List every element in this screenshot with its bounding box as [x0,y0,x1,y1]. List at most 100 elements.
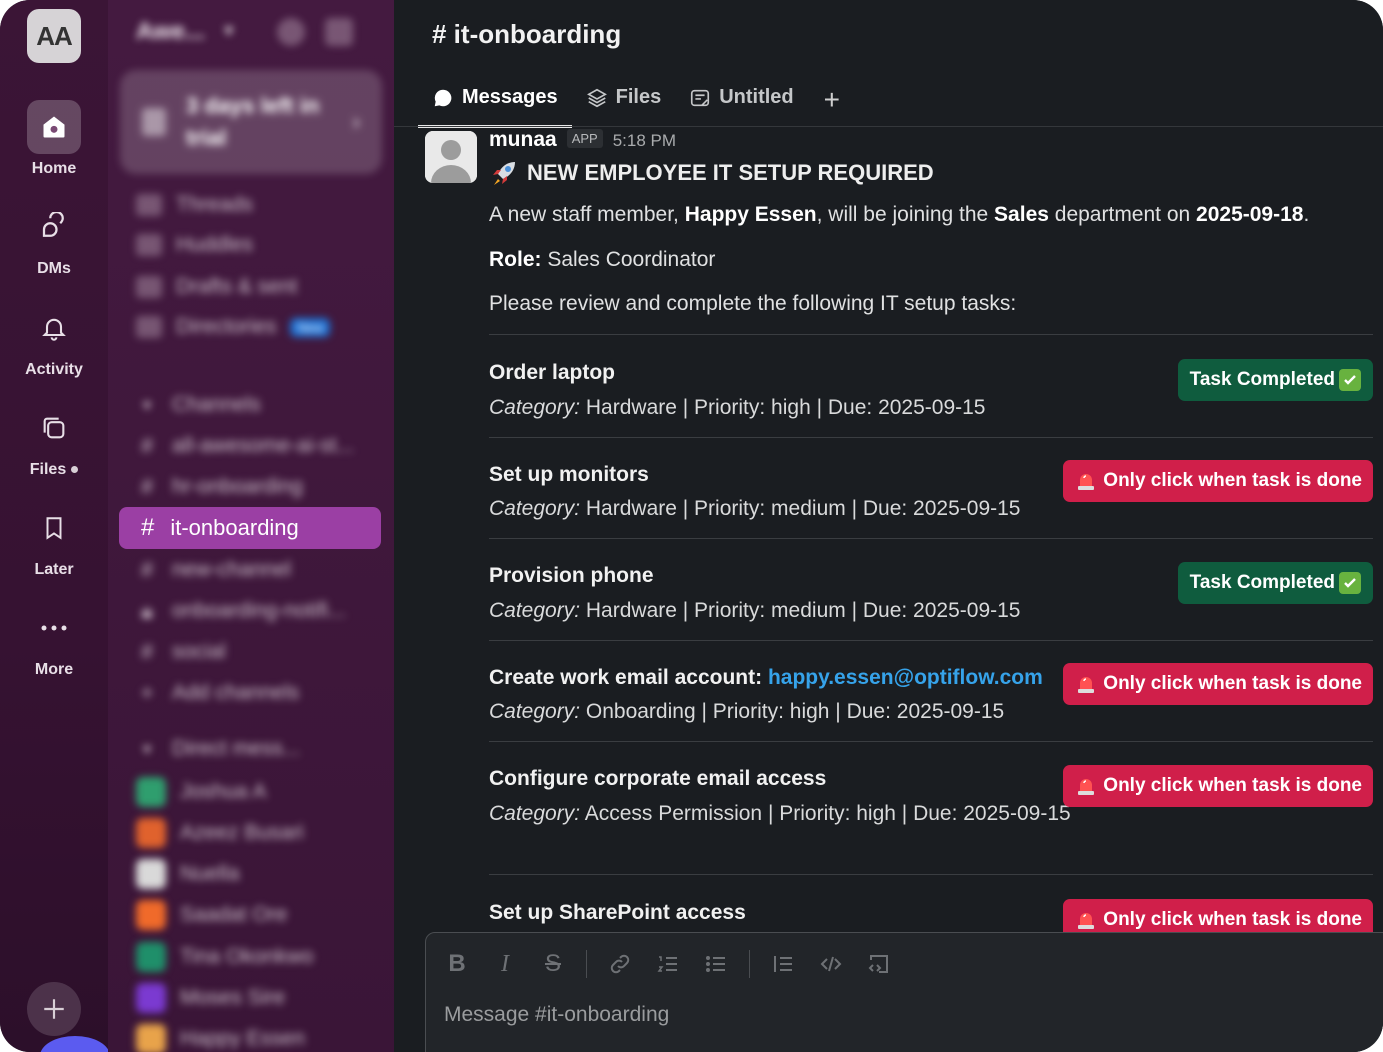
code-icon[interactable] [816,949,846,979]
mark-done-button[interactable]: Only click when task is done [1063,765,1373,807]
timestamp[interactable]: 5:18 PM [613,131,676,151]
sidebar-item-threads[interactable]: Threads [136,190,253,220]
caret-down-icon: ▼ [140,397,154,413]
rail-label: More [34,661,74,678]
bullet-list-icon[interactable] [701,949,731,979]
user-avatar[interactable] [40,1036,110,1052]
blockquote-icon[interactable] [768,949,798,979]
task-meta: Category: Hardware | Priority: high | Du… [489,396,986,419]
avatar [136,983,166,1013]
add-workspace-button[interactable] [27,982,81,1036]
sidebar-item-directories[interactable]: Directories New [136,312,331,342]
add-tab-button[interactable]: + [808,78,856,122]
divider [489,334,1373,335]
bell-icon [27,301,81,355]
rail-item-home[interactable]: Home [0,100,108,178]
sidebar-channel[interactable]: 🔒︎ onboarding-notifi... [136,596,346,626]
formatting-toolbar: B I S [442,949,894,979]
hash-icon: # [140,474,154,499]
sidebar-channel[interactable]: # new-channel [136,555,291,585]
layers-icon [586,88,607,107]
sidebar-channel[interactable]: # social [136,637,226,667]
gift-icon [142,108,166,136]
sidebar-item-drafts[interactable]: Drafts & sent [136,272,297,302]
rail-item-activity[interactable]: Activity [0,301,108,379]
rail-item-dms[interactable]: DMs [0,200,108,278]
rail-item-later[interactable]: Later [0,501,108,579]
tab-files[interactable]: Files [572,78,676,121]
add-channels-button[interactable]: + Add channels [136,678,300,708]
more-icon [27,601,81,655]
ordered-list-icon[interactable] [653,949,683,979]
tab-untitled[interactable]: Untitled [675,78,807,121]
bold-icon[interactable]: B [442,949,472,979]
divider [489,538,1373,539]
sidebar-dm[interactable]: Joshua A [136,777,266,807]
workspace-avatar[interactable]: AA [27,9,81,63]
link-icon[interactable] [605,949,635,979]
instructions-text: Please review and complete the following… [489,292,1017,315]
email-link[interactable]: happy.essen@optiflow.com [768,666,1043,689]
sidebar-channel[interactable]: # hr-onboarding [136,472,303,502]
intro-text: A new staff member, Happy Essen, will be… [489,203,1310,226]
channel-view: # it-onboarding Messages Files Untitled … [394,0,1383,1052]
rail-item-more[interactable]: More [0,601,108,679]
task-title: Order laptop [489,361,616,384]
channel-title[interactable]: # it-onboarding [432,19,621,50]
avatar [136,859,166,889]
lock-icon: 🔒︎ [141,598,153,623]
threads-icon [136,194,162,216]
message-input[interactable] [444,1003,1344,1027]
trial-banner[interactable]: 3 days left in trial › [120,70,382,174]
plus-icon: + [140,680,154,705]
task-completed-button[interactable]: Task Completed [1177,562,1373,604]
divider [586,950,587,978]
app-badge: APP [566,129,603,148]
task-title: Set up SharePoint access [489,901,746,924]
message-header: munaa APP 5:18 PM [489,128,676,152]
task-completed-button[interactable]: Task Completed [1177,359,1373,401]
sidebar-channel[interactable]: # all-awesome-ai-st... [136,431,354,461]
sidebar-dm[interactable]: Tina Okonkwo [136,942,313,972]
task-meta: Category: Access Permission | Priority: … [489,802,1071,825]
italic-icon[interactable]: I [490,949,520,979]
dms-section-header[interactable]: ▼ Direct mess... [136,734,300,764]
sidebar-dm[interactable]: Nuella [136,859,240,889]
strikethrough-icon[interactable]: S [538,949,568,979]
compose-icon[interactable] [324,18,353,46]
code-block-icon[interactable] [864,949,894,979]
task-title: Set up monitors [489,463,649,486]
author-name[interactable]: munaa [489,128,557,152]
mark-done-button[interactable]: Only click when task is done [1063,460,1373,502]
message-composer: B I S [425,932,1383,1052]
workspace-name: Awe... [136,18,205,45]
slack-window: AA Home DMs Activity Files Later More Aw… [0,0,1383,1052]
sidebar-channel-active[interactable]: # it-onboarding [119,507,381,549]
canvas-icon [691,89,710,106]
mark-done-button[interactable]: Only click when task is done [1063,663,1373,705]
avatar [136,942,166,972]
settings-icon[interactable] [276,18,305,46]
rail-label: Files [30,461,79,479]
avatar[interactable] [425,131,477,183]
directory-icon [136,316,162,338]
sidebar-dm[interactable]: Azeez Busari [136,818,304,848]
sidebar-header[interactable]: Awe... ▼ [136,18,353,46]
trial-text: 3 days left in trial [186,93,320,150]
sidebar-item-huddles[interactable]: Huddles [136,230,253,260]
sidebar-dm[interactable]: Saadat Ore [136,900,287,930]
unread-dot [71,466,79,474]
sidebar-dm[interactable]: Happy Essen [136,1024,305,1052]
task-meta: Category: Hardware | Priority: medium | … [489,497,1021,520]
channels-section-header[interactable]: ▼ Channels [136,390,261,420]
task-title: Provision phone [489,564,654,587]
divider [489,437,1373,438]
dms-icon [27,200,81,254]
caret-down-icon: ▼ [140,741,154,757]
chevron-down-icon: ▼ [220,23,237,40]
tab-messages[interactable]: Messages [418,78,572,128]
rail-item-files[interactable]: Files [0,401,108,479]
sidebar-dm[interactable]: Moses Sire [136,983,285,1013]
rail-label: Later [34,561,74,578]
task-title: Create work email account: happy.essen@o… [489,666,1043,689]
